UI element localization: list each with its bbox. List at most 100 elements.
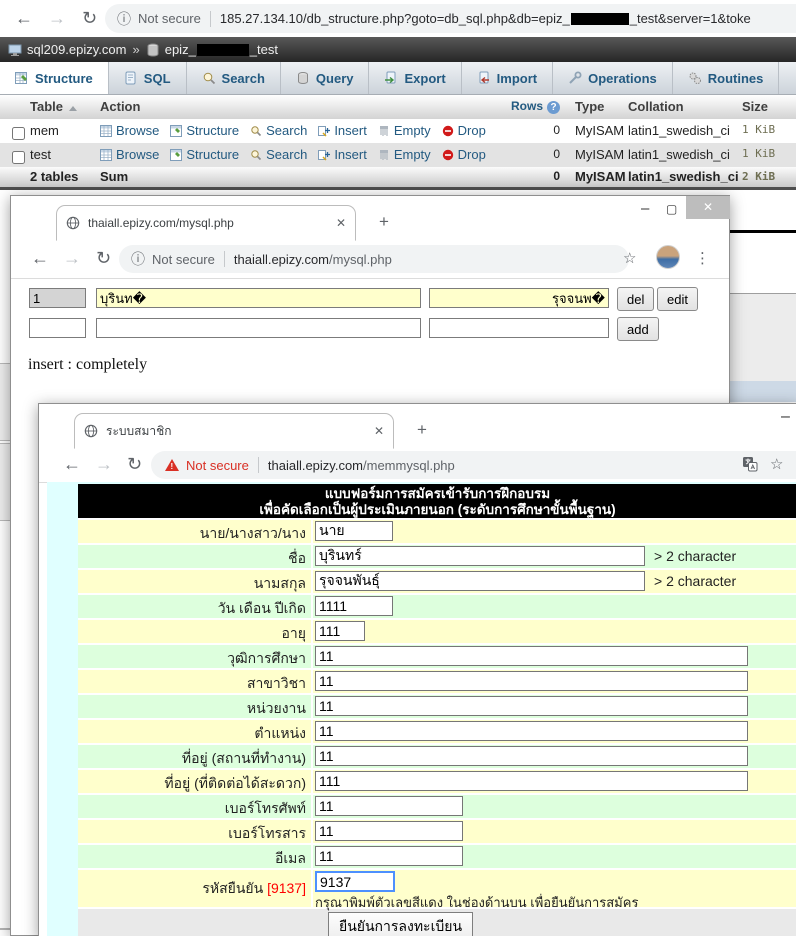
- info-icon[interactable]: ⓘ: [131, 249, 145, 269]
- minimize-button[interactable]: –: [641, 200, 649, 217]
- organization-field[interactable]: [315, 696, 748, 716]
- search-link[interactable]: Search: [250, 123, 307, 138]
- browser-tab[interactable]: thaiall.epizy.com/mysql.php ✕: [56, 205, 356, 241]
- breadcrumb-server[interactable]: sql209.epizy.com: [27, 42, 126, 57]
- menu-icon[interactable]: ⋮: [695, 249, 710, 267]
- new-tab-button[interactable]: +: [379, 212, 389, 232]
- insert-link[interactable]: Insert: [318, 147, 367, 162]
- submit-button[interactable]: ยืนยันการลงทะเบียน: [328, 912, 473, 936]
- new-surname-field[interactable]: [429, 318, 609, 338]
- form-row-work-address: ที่อยู่ (สถานที่ทำงาน): [78, 745, 796, 768]
- drop-link[interactable]: Drop: [442, 123, 486, 138]
- address-bar-area: ← → ↻ ! Not secure thaiall.epizy.com/mem…: [39, 449, 796, 483]
- tab-structure[interactable]: Structure: [0, 62, 109, 94]
- address-bar[interactable]: ⓘ Not secure thaiall.epizy.com/mysql.php: [119, 245, 629, 273]
- tab-routines[interactable]: Routines: [673, 62, 780, 94]
- bookmark-star-icon[interactable]: ☆: [623, 249, 636, 267]
- tab-title: ระบบสมาชิก: [106, 422, 366, 441]
- table-name[interactable]: mem: [30, 123, 59, 138]
- position-field[interactable]: [315, 721, 748, 741]
- url-domain[interactable]: thaiall.epizy.com: [268, 458, 363, 473]
- forward-icon[interactable]: →: [95, 453, 113, 475]
- browser-tab[interactable]: ระบบสมาชิก ✕: [74, 413, 394, 449]
- age-field[interactable]: [315, 621, 365, 641]
- lastname-field[interactable]: [315, 571, 645, 591]
- tab-export[interactable]: Export: [369, 62, 461, 94]
- form-row-major: สาขาวิชา: [78, 670, 796, 693]
- add-button[interactable]: add: [617, 317, 659, 341]
- tab-close-icon[interactable]: ✕: [336, 216, 346, 230]
- tab-query[interactable]: Query: [281, 62, 370, 94]
- pma-tab-bar: Structure SQL Search Query Export Import…: [0, 62, 796, 95]
- new-tab-button[interactable]: +: [417, 420, 427, 440]
- insert-link[interactable]: Insert: [318, 123, 367, 138]
- main-url-tail[interactable]: _test&server=1&toke: [630, 11, 751, 26]
- contact-address-field[interactable]: [315, 771, 748, 791]
- reload-icon[interactable]: ↻: [127, 453, 142, 475]
- main-browser-toolbar: ← → ↻ ⓘ Not secure 185.27.134.10/db_stru…: [0, 0, 796, 38]
- record-id-field[interactable]: [29, 288, 86, 308]
- phone-field[interactable]: [315, 796, 463, 816]
- del-button[interactable]: del: [617, 287, 654, 311]
- address-bar[interactable]: ! Not secure thaiall.epizy.com/memmysql.…: [151, 451, 796, 479]
- profile-avatar[interactable]: [656, 245, 680, 269]
- new-name-field[interactable]: [96, 318, 421, 338]
- back-icon[interactable]: ←: [15, 7, 33, 29]
- table-name[interactable]: test: [30, 147, 51, 162]
- address-bar-area: ← → ↻ ⓘ Not secure thaiall.epizy.com/mys…: [11, 241, 729, 279]
- forward-icon[interactable]: →: [63, 247, 81, 269]
- tab-operations[interactable]: Operations: [553, 62, 673, 94]
- education-field[interactable]: [315, 646, 748, 666]
- maximize-button[interactable]: ▢: [666, 202, 677, 216]
- tab-search[interactable]: Search: [187, 62, 281, 94]
- back-icon[interactable]: ←: [63, 453, 81, 475]
- reload-icon[interactable]: ↻: [96, 247, 111, 269]
- structure-link[interactable]: Structure: [170, 123, 239, 138]
- warning-icon: !: [165, 459, 179, 471]
- browse-link[interactable]: Browse: [100, 147, 159, 162]
- breadcrumb-db-tail[interactable]: _test: [250, 42, 278, 57]
- record-surname-field[interactable]: [429, 288, 609, 308]
- work-address-field[interactable]: [315, 746, 748, 766]
- field-label: สาขาวิชา: [78, 670, 311, 693]
- tab-sql[interactable]: SQL: [109, 62, 187, 94]
- tab-import[interactable]: Import: [462, 62, 553, 94]
- breadcrumb-db[interactable]: epiz_: [165, 42, 196, 57]
- translate-icon[interactable]: [742, 456, 758, 472]
- close-button[interactable]: ✕: [686, 196, 730, 219]
- drop-link[interactable]: Drop: [442, 147, 486, 162]
- browse-link[interactable]: Browse: [100, 123, 159, 138]
- main-address-bar[interactable]: ⓘ Not secure 185.27.134.10/db_structure.…: [105, 4, 796, 33]
- help-icon[interactable]: ?: [547, 101, 560, 114]
- main-url[interactable]: 185.27.134.10/db_structure.php?goto=db_s…: [220, 11, 570, 26]
- info-icon[interactable]: ⓘ: [117, 9, 131, 29]
- title-prefix-field[interactable]: [315, 521, 393, 541]
- structure-link[interactable]: Structure: [170, 147, 239, 162]
- confirm-code-field[interactable]: [315, 871, 395, 892]
- forward-icon[interactable]: →: [48, 7, 66, 29]
- url-domain[interactable]: thaiall.epizy.com: [234, 252, 329, 267]
- firstname-field[interactable]: [315, 546, 645, 566]
- search-link[interactable]: Search: [250, 147, 307, 162]
- reload-icon[interactable]: ↻: [82, 7, 97, 29]
- row-checkbox[interactable]: [12, 151, 25, 164]
- url-path[interactable]: /mysql.php: [329, 252, 392, 267]
- edit-button[interactable]: edit: [657, 287, 698, 311]
- new-id-field[interactable]: [29, 318, 86, 338]
- validation-note: > 2 character: [654, 546, 736, 564]
- sort-asc-icon[interactable]: [69, 106, 77, 111]
- tab-close-icon[interactable]: ✕: [374, 424, 384, 438]
- rows-count: 0: [498, 123, 560, 137]
- empty-link[interactable]: Empty: [378, 147, 431, 162]
- url-path[interactable]: /memmysql.php: [363, 458, 455, 473]
- major-field[interactable]: [315, 671, 748, 691]
- record-name-field[interactable]: [96, 288, 421, 308]
- fax-field[interactable]: [315, 821, 463, 841]
- empty-link[interactable]: Empty: [378, 123, 431, 138]
- birthdate-field[interactable]: [315, 596, 393, 616]
- email-field[interactable]: [315, 846, 463, 866]
- minimize-button[interactable]: –: [781, 408, 790, 426]
- back-icon[interactable]: ←: [31, 247, 49, 269]
- bookmark-star-icon[interactable]: ☆: [770, 455, 783, 473]
- row-checkbox[interactable]: [12, 127, 25, 140]
